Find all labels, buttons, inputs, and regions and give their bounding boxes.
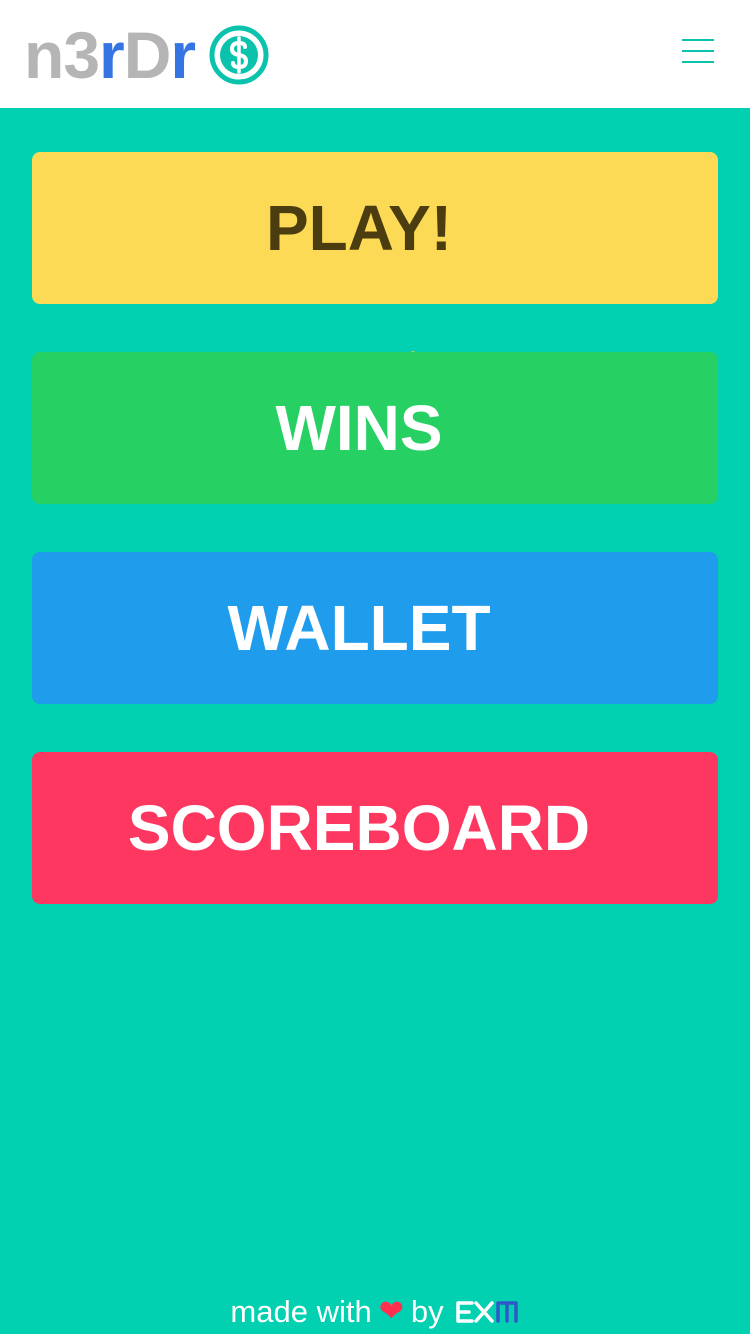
menu-line-top: [682, 39, 714, 41]
exm-logo-icon: [455, 1301, 518, 1323]
logo-text-r1: r: [99, 18, 125, 92]
heart-icon: ❤: [378, 1295, 404, 1328]
wins-button[interactable]: WINS: [32, 352, 718, 504]
footer-by-text: by: [410, 1294, 444, 1329]
menu-line-middle: [682, 50, 714, 52]
exm-logo[interactable]: [454, 1299, 520, 1325]
app-header: n3rDr: [0, 0, 750, 108]
logo-wordmark: n3rDr: [24, 22, 196, 88]
dollar-coin-icon: [209, 25, 269, 85]
menu-line-bottom: [682, 61, 714, 63]
play-button[interactable]: PLAY!: [32, 152, 718, 304]
logo-text-d: D: [123, 18, 172, 92]
scoreboard-button[interactable]: SCOREBOARD: [32, 752, 718, 904]
footer-made-with-text: made with: [230, 1294, 372, 1329]
footer-credit: made with ❤ by: [0, 1290, 750, 1334]
app-logo[interactable]: n3rDr: [24, 20, 269, 90]
logo-text-n3: n3: [24, 18, 100, 92]
logo-text-r2: r: [170, 18, 196, 92]
wallet-button[interactable]: WALLET: [32, 552, 718, 704]
hamburger-menu-icon[interactable]: [682, 38, 716, 64]
